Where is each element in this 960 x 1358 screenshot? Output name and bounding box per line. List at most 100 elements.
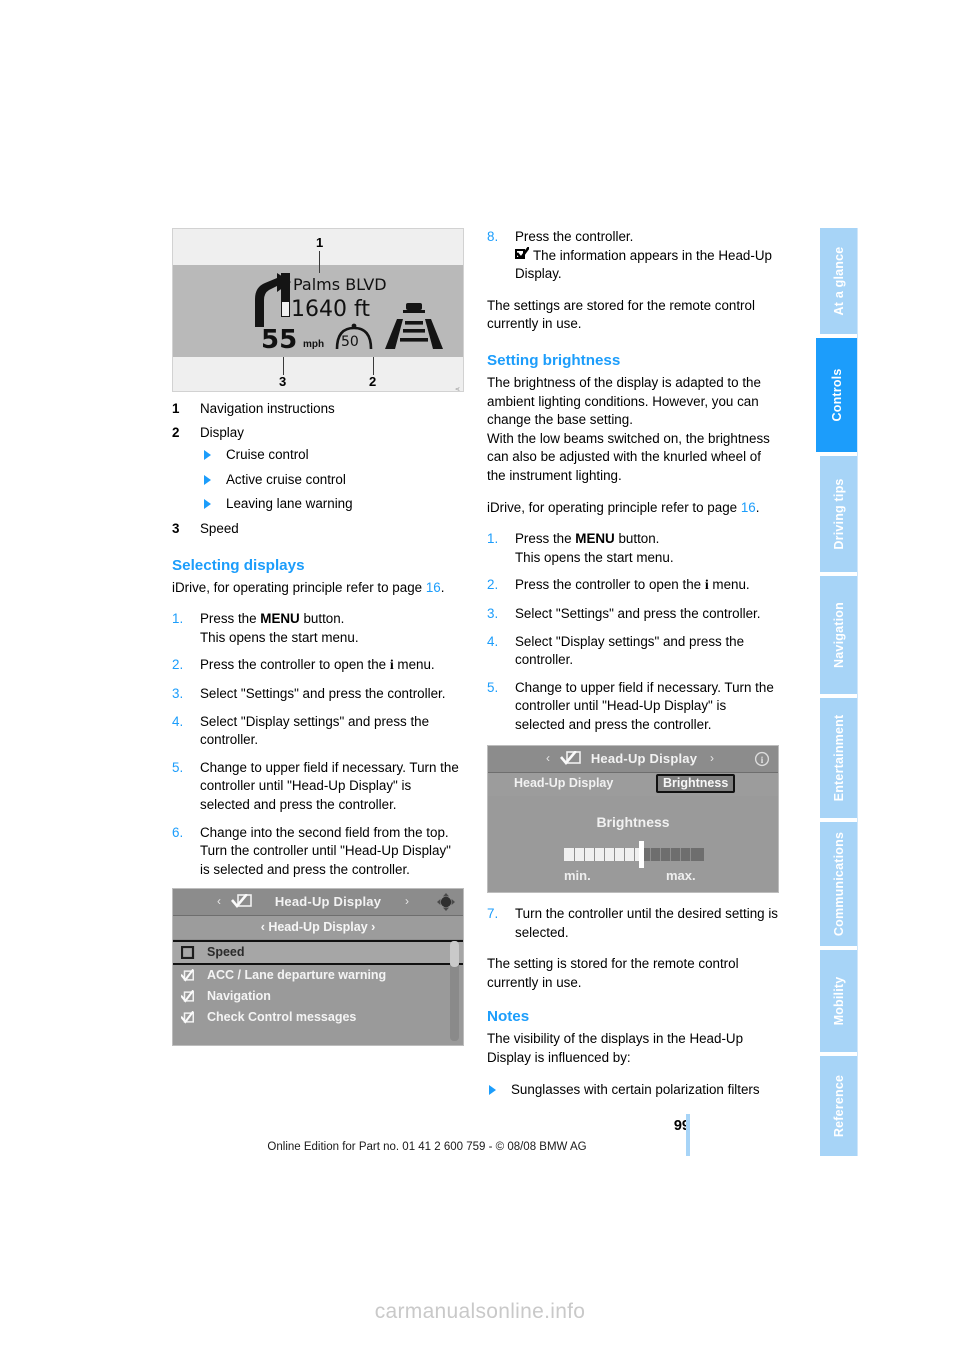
figure-code: V1.0_HUD_A <box>455 387 461 391</box>
right-text-column-lower: 7. Turn the controller until the desired… <box>487 905 779 1105</box>
list-item-acc-lane-departure[interactable]: ACC / Lane departure warning <box>173 965 463 986</box>
step-7-list: 7. Turn the controller until the desired… <box>487 905 779 942</box>
brightness-body-1: The brightness of the display is adapted… <box>487 374 761 428</box>
step-5: 5. Change to upper field if necessary. T… <box>487 679 779 735</box>
checked-checkbox-icon <box>181 969 195 982</box>
idrive-subtitle: ‹ Head-Up Display › <box>260 920 376 934</box>
sub-label: Leaving lane warning <box>226 496 353 512</box>
list-item: Active cruise control <box>200 471 464 490</box>
step-text: Select "Display settings" and press the … <box>200 713 430 748</box>
hud-legend-list: 1 Navigation instructions 2 Display Crui… <box>172 400 464 539</box>
step-number: 4. <box>172 713 184 729</box>
step-text: Select "Settings" and press the controll… <box>200 685 446 701</box>
callout-number-3: 3 <box>279 374 287 389</box>
chevron-right-icon[interactable]: › <box>405 894 409 908</box>
chevron-right-icon[interactable]: › <box>710 751 714 765</box>
list-item-navigation[interactable]: Navigation <box>173 986 463 1007</box>
step-text: Change to upper field if necessary. Turn… <box>200 759 459 812</box>
right-text-column: 8. Press the controller. The information… <box>487 228 779 799</box>
scrollbar[interactable] <box>450 941 459 1041</box>
selecting-displays-steps: 1. Press the MENU button. This opens the… <box>172 610 464 925</box>
step-text: Turn the controller until the desired se… <box>515 906 778 940</box>
brightness-slider[interactable] <box>564 848 704 861</box>
legend-label: Speed <box>200 520 239 536</box>
step-number: 4. <box>487 633 499 649</box>
step-result-text: The information appears in the Head-Up D… <box>515 247 772 282</box>
page-number: 99 <box>673 1118 690 1134</box>
step-1: 1. Press the MENU button. This opens the… <box>172 610 464 647</box>
rail-divider <box>857 228 858 1156</box>
notes-bullet-list: Sunglasses with certain polarization fil… <box>487 1081 779 1100</box>
idrive-tab-bar: Head-Up Display Brightness <box>488 773 778 796</box>
brightness-panel: Brightness min. max. <box>488 796 778 892</box>
notes-intro: The visibility of the displays in the He… <box>487 1031 744 1065</box>
step-number: 7. <box>487 906 499 921</box>
figure-head-up-display-view: 1 Palms BLVD 1640 ft 55 mph 50 3 2 <box>172 228 464 392</box>
step-number: 5. <box>172 759 184 775</box>
idrive-ref-period: . <box>440 579 445 595</box>
legend-number: 3 <box>172 520 180 536</box>
brightness-max-label: max. <box>666 868 696 883</box>
menu-button-label: MENU <box>260 611 300 627</box>
brightness-slider-knob[interactable] <box>639 841 644 868</box>
left-text-column: 1 Navigation instructions 2 Display Crui… <box>172 400 464 925</box>
brightness-heading: Brightness <box>596 814 670 830</box>
section-tab-rail: At a glance Controls Driving tips Naviga… <box>816 228 858 1156</box>
tab-head-up-display[interactable]: Head-Up Display <box>514 776 613 790</box>
step-text-post: button. <box>299 611 345 627</box>
tab-reference[interactable]: Reference <box>820 1056 858 1156</box>
hud-speed-unit: mph <box>303 339 325 350</box>
tab-navigation[interactable]: Navigation <box>820 576 858 696</box>
info-icon[interactable]: i <box>752 749 772 769</box>
list-item-label: Navigation <box>207 989 271 1003</box>
tab-label: Reference <box>832 1074 846 1138</box>
svg-text:i: i <box>761 755 764 765</box>
step-text: Select "Settings" and press the controll… <box>515 605 761 621</box>
tab-communications[interactable]: Communications <box>820 822 858 948</box>
step-number: 8. <box>487 229 499 244</box>
callout-leader-2 <box>373 357 374 375</box>
tab-brightness-selected[interactable]: Brightness <box>656 774 736 793</box>
step-text: Change to upper field if necessary. Turn… <box>515 679 774 732</box>
legend-sub-list: Cruise control Active cruise control Lea… <box>200 446 464 514</box>
step-text: Select "Display settings" and press the … <box>515 633 745 668</box>
page-reference-link[interactable]: 16 <box>426 580 441 595</box>
step-text-pre: Press the <box>515 531 576 547</box>
legend-item-3: 3 Speed <box>172 520 464 539</box>
list-item-label: ACC / Lane departure warning <box>207 968 387 982</box>
list-item-speed[interactable]: Speed <box>173 940 463 965</box>
sub-label: Cruise control <box>226 447 309 463</box>
tab-at-a-glance[interactable]: At a glance <box>820 228 858 336</box>
step-number: 5. <box>487 679 499 695</box>
step-text-pre: Press the <box>200 611 261 627</box>
callout-leader-1 <box>319 251 320 273</box>
checked-checkbox-icon <box>181 990 195 1003</box>
scrollbar-thumb[interactable] <box>450 941 459 967</box>
list-item: Sunglasses with certain polarization fil… <box>487 1081 779 1100</box>
tab-controls[interactable]: Controls <box>816 338 858 454</box>
tab-mobility[interactable]: Mobility <box>820 950 858 1054</box>
idrive-ref-text: iDrive, for operating principle refer to… <box>487 499 741 515</box>
tab-driving-tips[interactable]: Driving tips <box>820 456 858 574</box>
brightness-min-label: min. <box>564 868 591 883</box>
triangle-bullet-icon <box>204 474 211 485</box>
empty-checkbox-icon <box>181 946 195 959</box>
tab-entertainment[interactable]: Entertainment <box>820 698 858 820</box>
tab-label: Communications <box>832 831 846 937</box>
bullet-label: Sunglasses with certain polarization fil… <box>511 1081 760 1097</box>
step-number: 6. <box>172 824 184 840</box>
page-reference-link[interactable]: 16 <box>741 500 756 515</box>
footer-imprint: Online Edition for Part no. 01 41 2 600 … <box>267 1141 587 1153</box>
hud-street-name: Palms BLVD <box>293 275 387 294</box>
hud-speed-limit: 50 <box>341 334 359 350</box>
heading-setting-brightness: Setting brightness <box>487 351 621 369</box>
step-2: 2. Press the controller to open the i me… <box>172 656 464 676</box>
idrive-title: Head-Up Display <box>590 751 698 766</box>
figure-idrive-brightness: ‹ Head-Up Display › i Head-Up Display Br… <box>487 745 779 893</box>
tab-label: Driving tips <box>832 478 846 550</box>
tab-label: Mobility <box>832 976 846 1026</box>
step-4: 4. Select "Display settings" and press t… <box>487 633 779 670</box>
list-item-check-control-messages[interactable]: Check Control messages <box>173 1007 463 1028</box>
idrive-title-bar: ‹ Head-Up Display › <box>173 889 463 916</box>
step-6: 6. Change into the second field from the… <box>172 824 464 880</box>
